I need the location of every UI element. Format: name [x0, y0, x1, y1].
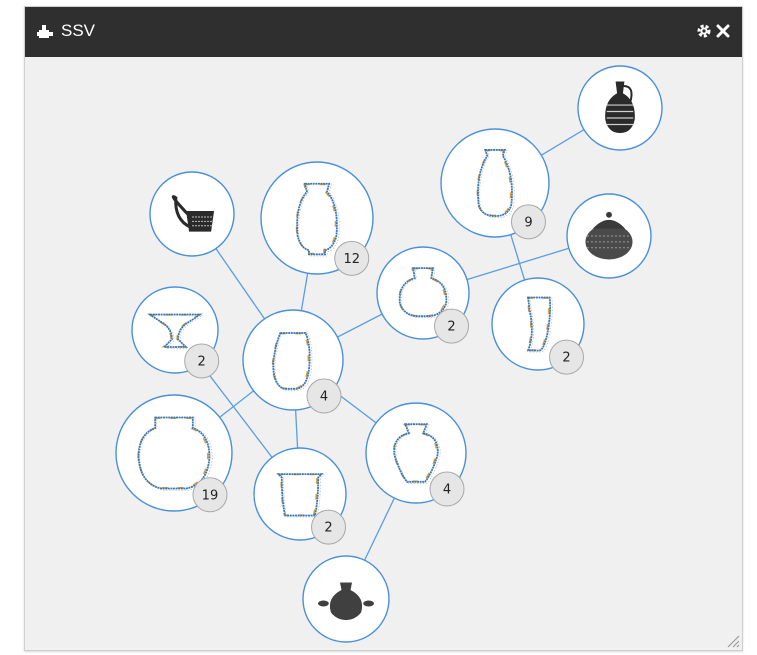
vessel-node[interactable]	[577, 65, 663, 151]
vessel-node[interactable]: 2	[491, 277, 585, 375]
puzzle-piece-icon	[37, 25, 53, 38]
close-icon[interactable]	[716, 23, 730, 39]
window-titlebar[interactable]: SSV	[25, 7, 742, 57]
vessel-node[interactable]: 19	[115, 394, 233, 513]
cluster-count-label: 2	[198, 354, 206, 369]
window-title: SSV	[61, 21, 96, 40]
vessel-node[interactable]: 12	[260, 161, 374, 276]
cluster-count-label: 2	[447, 320, 455, 335]
vessel-node[interactable]	[302, 555, 390, 643]
ssv-window: SSV 9 12 2 2 2 4 19 2 4	[24, 6, 743, 651]
vessel-node[interactable]: 2	[253, 447, 347, 545]
vessel-node[interactable]	[149, 171, 235, 257]
cluster-count-label: 9	[524, 215, 532, 230]
cluster-count-label: 2	[562, 351, 570, 366]
vessel-node[interactable]: 4	[365, 402, 467, 507]
vessel-node[interactable]	[566, 193, 652, 279]
vessel-node[interactable]: 9	[440, 128, 550, 240]
cluster-count-label: 2	[324, 521, 332, 536]
cluster-count-label: 19	[202, 488, 219, 503]
cluster-count-label: 4	[443, 483, 451, 498]
vessel-node[interactable]: 2	[376, 246, 470, 344]
resize-grip-icon[interactable]	[724, 632, 740, 648]
gear-icon[interactable]	[696, 23, 712, 39]
vessel-node[interactable]: 2	[131, 286, 220, 379]
similarity-graph-canvas[interactable]: 9 12 2 2 2 4 19 2 4	[25, 57, 744, 652]
vessel-node[interactable]: 4	[242, 309, 344, 414]
similarity-graph[interactable]: 9 12 2 2 2 4 19 2 4	[25, 57, 744, 652]
cluster-count-label: 12	[343, 252, 360, 267]
cluster-count-label: 4	[320, 390, 328, 405]
